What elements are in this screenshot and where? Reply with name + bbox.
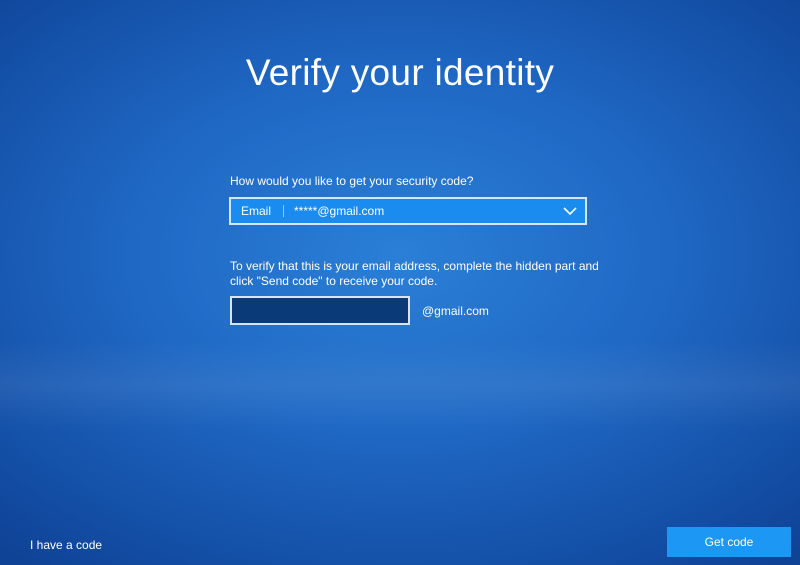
i-have-a-code-link[interactable]: I have a code — [30, 538, 102, 552]
email-domain-suffix: @gmail.com — [422, 304, 489, 318]
chevron-down-icon[interactable] — [561, 202, 579, 220]
get-code-button[interactable]: Get code — [667, 527, 791, 557]
email-hidden-part-input[interactable] — [230, 296, 410, 325]
background-glare — [0, 340, 800, 430]
verification-instructions: To verify that this is your email addres… — [230, 259, 599, 288]
method-type-label: Email — [241, 204, 272, 218]
method-selected-value: *****@gmail.com — [294, 204, 385, 218]
method-divider — [283, 205, 284, 217]
method-question-label: How would you like to get your security … — [230, 174, 474, 188]
verification-method-dropdown[interactable]: Email *****@gmail.com — [229, 197, 587, 225]
page-title: Verify your identity — [245, 52, 555, 93]
